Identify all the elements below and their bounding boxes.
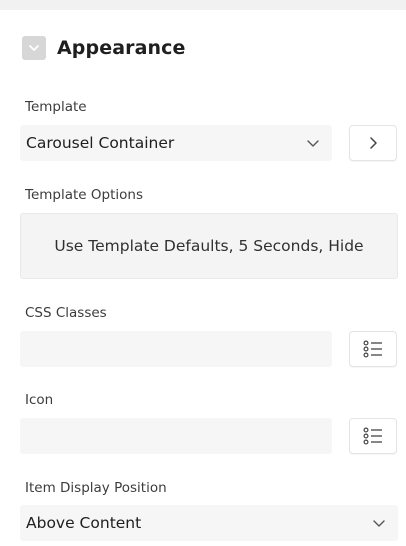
template-value: Carousel Container [26,134,175,152]
icon-list-button[interactable] [349,418,397,454]
top-divider [0,0,406,10]
chevron-down-icon [29,45,39,51]
chevron-down-icon [372,518,386,528]
item-display-position-label: Item Display Position [25,480,167,496]
section-title: Appearance [57,37,186,59]
css-classes-label: CSS Classes [25,305,107,321]
chevron-right-icon [370,137,377,149]
property-panel: Appearance Template Carousel Container T… [0,0,406,546]
template-options-label: Template Options [25,187,143,203]
icon-input[interactable] [20,418,332,454]
list-picker-icon [363,340,382,358]
collapse-toggle-button[interactable] [22,36,46,60]
chevron-down-icon [306,138,320,148]
css-classes-list-button[interactable] [349,331,397,367]
go-to-template-button[interactable] [349,125,397,161]
template-select[interactable]: Carousel Container [20,125,332,161]
appearance-section-header[interactable]: Appearance [22,33,185,63]
item-display-position-value: Above Content [26,514,142,532]
list-picker-icon [363,427,382,445]
template-options-button[interactable]: Use Template Defaults, 5 Seconds, Hide [20,213,398,279]
template-options-value: Use Template Defaults, 5 Seconds, Hide [54,237,364,255]
css-classes-input[interactable] [20,331,332,367]
template-label: Template [25,99,87,115]
item-display-position-select[interactable]: Above Content [20,505,398,541]
icon-label: Icon [25,392,54,408]
